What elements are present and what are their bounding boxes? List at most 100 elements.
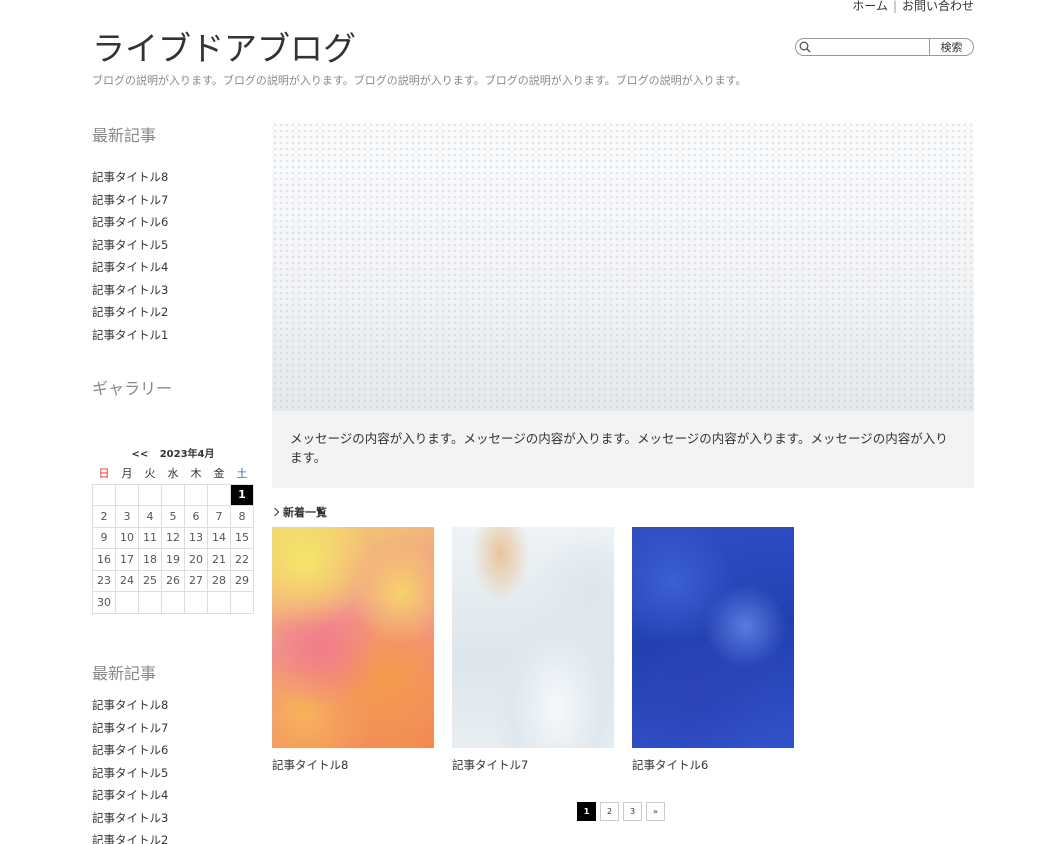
search-button[interactable]: 検索 <box>929 38 974 56</box>
calendar-day: 2 <box>92 505 116 528</box>
nav-home-link[interactable]: ホーム <box>852 0 888 14</box>
recent-article-link[interactable]: 記事タイトル7 <box>92 193 168 207</box>
calendar-week: 9 10 11 12 13 14 15 <box>92 526 254 549</box>
recent-article-link[interactable]: 記事タイトル6 <box>92 743 168 757</box>
calendar-week: 16 17 18 19 20 21 22 <box>92 548 254 571</box>
hero-banner <box>272 122 974 411</box>
list-item: 記事タイトル6 <box>92 739 168 762</box>
search-form: 検索 <box>795 38 974 59</box>
recent-article-link[interactable]: 記事タイトル2 <box>92 833 168 844</box>
recent-article-link[interactable]: 記事タイトル5 <box>92 238 168 252</box>
calendar: << 2023年4月 日 月 火 水 木 金 土 1 2 3 4 5 6 7 8 9 10 11 12… <box>92 447 254 614</box>
calendar-day: 15 <box>230 526 254 549</box>
calendar-day: 4 <box>138 505 162 528</box>
nav-contact-link[interactable]: お問い合わせ <box>902 0 974 14</box>
list-item: 記事タイトル8 <box>92 694 168 717</box>
calendar-week: 30 <box>92 591 254 614</box>
search-icon <box>799 41 811 53</box>
calendar-day: 22 <box>230 548 254 571</box>
page-3-button[interactable]: 3 <box>623 802 642 821</box>
calendar-day: 1 <box>230 483 254 506</box>
search-box <box>795 38 929 59</box>
recent-article-link[interactable]: 記事タイトル1 <box>92 328 168 342</box>
recent-article-link[interactable]: 記事タイトル2 <box>92 305 168 319</box>
calendar-empty-cell <box>161 483 185 506</box>
calendar-day: 16 <box>92 548 116 571</box>
recent-article-link[interactable]: 記事タイトル5 <box>92 766 168 780</box>
calendar-day: 18 <box>138 548 162 571</box>
article-thumbnail[interactable] <box>632 527 794 748</box>
weekday-mon: 月 <box>121 467 133 481</box>
article-card[interactable]: 記事タイトル6 <box>632 527 794 773</box>
blog-title[interactable]: ライブドアブログ <box>92 22 356 70</box>
weekday-fri: 金 <box>213 467 225 481</box>
weekday-thu: 木 <box>190 467 202 481</box>
list-item: 記事タイトル5 <box>92 762 168 785</box>
list-item: 記事タイトル3 <box>92 279 254 302</box>
list-item: 記事タイトル2 <box>92 829 168 844</box>
sidebar: 最新記事 記事タイトル8 記事タイトル7 記事タイトル6 記事タイトル5 記事タ… <box>92 122 254 346</box>
article-card[interactable]: 記事タイトル8 <box>272 527 434 773</box>
list-item: 記事タイトル4 <box>92 256 254 279</box>
list-item: 記事タイトル4 <box>92 784 168 807</box>
calendar-empty-cell <box>115 483 139 506</box>
weekday-sat: 土 <box>236 467 248 481</box>
calendar-day: 6 <box>184 505 208 528</box>
calendar-day: 24 <box>115 569 139 592</box>
calendar-day: 21 <box>207 548 231 571</box>
page-2-button[interactable]: 2 <box>600 802 619 821</box>
pagination: 1 2 3 » <box>577 802 669 821</box>
calendar-day: 13 <box>184 526 208 549</box>
article-thumbnail[interactable] <box>272 527 434 748</box>
calendar-day: 19 <box>161 548 185 571</box>
list-item: 記事タイトル6 <box>92 211 254 234</box>
article-title[interactable]: 記事タイトル7 <box>452 757 614 773</box>
page-next-button[interactable]: » <box>646 802 665 821</box>
calendar-empty-cell <box>230 591 254 614</box>
page-1-button[interactable]: 1 <box>577 802 596 821</box>
recent-article-link[interactable]: 記事タイトル8 <box>92 698 168 712</box>
calendar-day: 23 <box>92 569 116 592</box>
recent-article-link[interactable]: 記事タイトル7 <box>92 721 168 735</box>
calendar-day: 14 <box>207 526 231 549</box>
recent-article-link[interactable]: 記事タイトル6 <box>92 215 168 229</box>
blog-description: ブログの説明が入ります。ブログの説明が入ります。ブログの説明が入ります。ブログの… <box>92 74 747 87</box>
article-title[interactable]: 記事タイトル6 <box>632 757 794 773</box>
chevron-right-icon <box>270 507 280 517</box>
calendar-week: 1 <box>92 483 254 506</box>
recent-article-link[interactable]: 記事タイトル3 <box>92 283 168 297</box>
calendar-day: 30 <box>92 591 116 614</box>
calendar-week: 2345678 <box>92 505 254 528</box>
calendar-day: 5 <box>161 505 185 528</box>
recent-article-link[interactable]: 記事タイトル4 <box>92 260 168 274</box>
list-item: 記事タイトル3 <box>92 807 168 830</box>
nav-separator: | <box>892 0 897 13</box>
search-input[interactable] <box>796 43 929 59</box>
top-nav: ホーム | お問い合わせ <box>852 0 974 14</box>
weekday-wed: 水 <box>167 467 179 481</box>
calendar-empty-cell <box>207 483 231 506</box>
calendar-empty-cell <box>138 483 162 506</box>
recent-articles-heading: 最新記事 <box>92 126 157 145</box>
calendar-empty-cell <box>161 591 185 614</box>
new-articles-heading-label: 新着一覧 <box>283 506 327 519</box>
calendar-empty-cell <box>115 591 139 614</box>
recent-article-link[interactable]: 記事タイトル3 <box>92 811 168 825</box>
recent-article-link[interactable]: 記事タイトル8 <box>92 170 168 184</box>
article-card[interactable]: 記事タイトル7 <box>452 527 614 773</box>
article-title[interactable]: 記事タイトル8 <box>272 757 434 773</box>
list-item: 記事タイトル1 <box>92 324 254 347</box>
calendar-day: 27 <box>184 569 208 592</box>
calendar-month: 2023年4月 <box>159 449 215 460</box>
recent-articles-list-2: 記事タイトル8 記事タイトル7 記事タイトル6 記事タイトル5 記事タイトル4 … <box>92 694 168 844</box>
calendar-prev-link[interactable]: << <box>131 449 148 460</box>
calendar-empty-cell <box>184 483 208 506</box>
article-thumbnail[interactable] <box>452 527 614 748</box>
list-item: 記事タイトル7 <box>92 717 168 740</box>
calendar-day: 7 <box>207 505 231 528</box>
calendar-day: 28 <box>207 569 231 592</box>
recent-article-link[interactable]: 記事タイトル4 <box>92 788 168 802</box>
calendar-day: 8 <box>230 505 254 528</box>
list-item: 記事タイトル8 <box>92 166 254 189</box>
calendar-day: 20 <box>184 548 208 571</box>
